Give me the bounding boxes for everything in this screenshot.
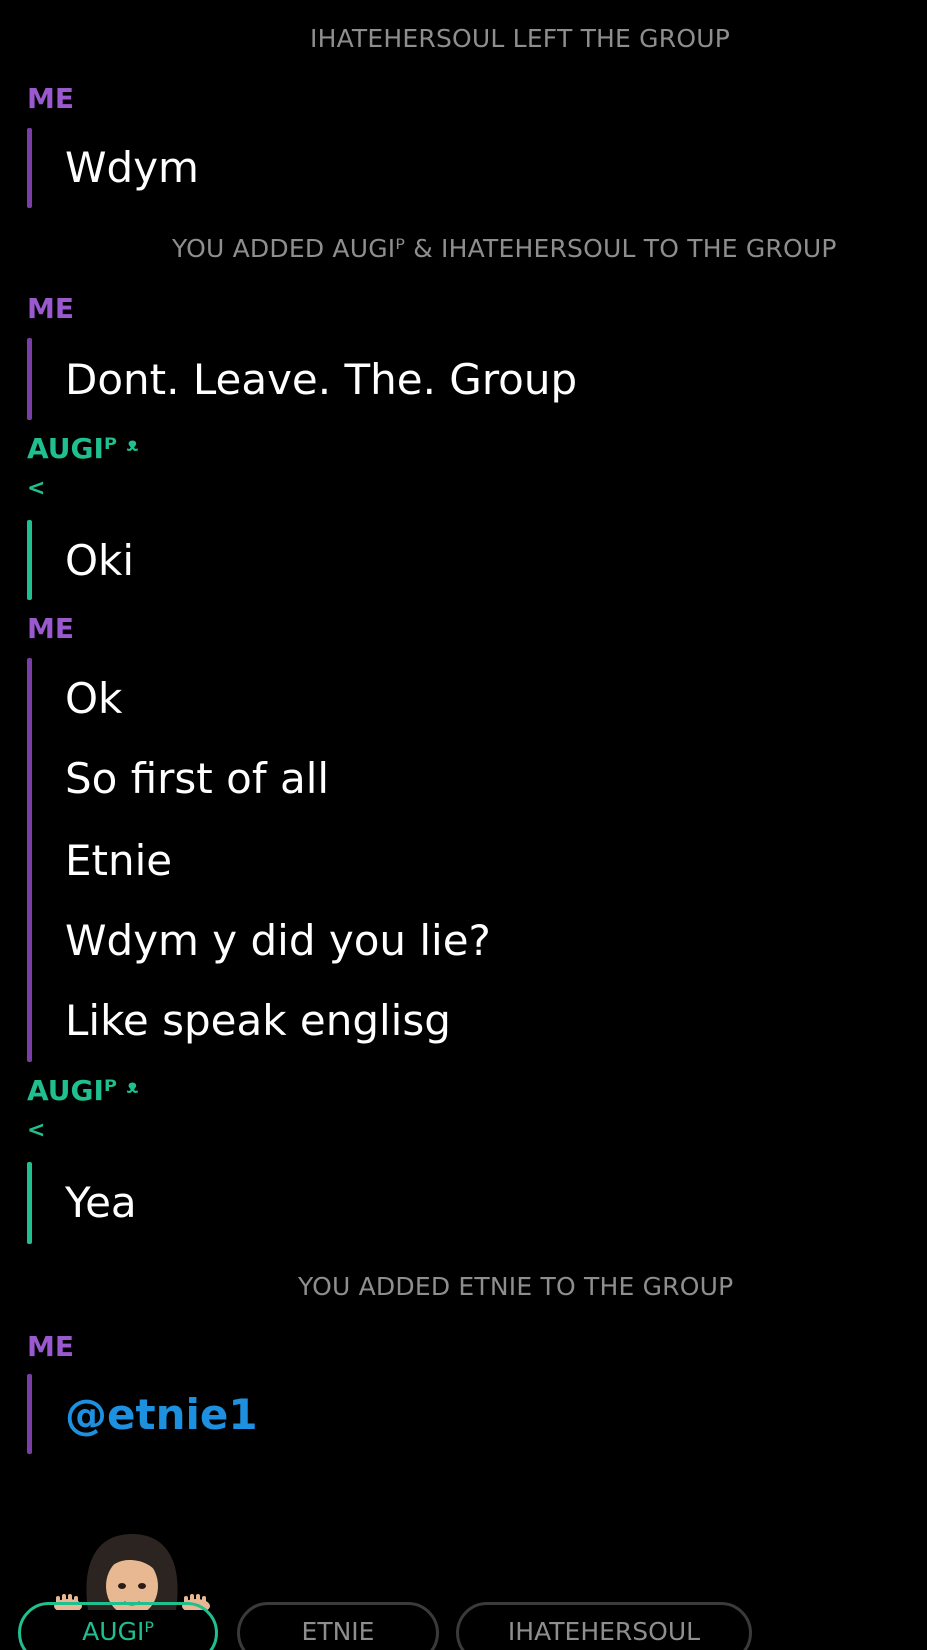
- bitmoji-avatar-icon: [54, 1534, 210, 1610]
- chat-message[interactable]: Wdym: [65, 143, 199, 192]
- message-group-bar: [27, 520, 32, 600]
- sender-label-me: ME: [27, 82, 74, 115]
- mention-link[interactable]: @etnie1: [65, 1390, 258, 1439]
- sender-label-augi-continuation: <: [27, 1118, 46, 1143]
- message-group-bar: [27, 658, 32, 1062]
- message-group-bar: [27, 1374, 32, 1454]
- sender-label-me: ME: [27, 292, 74, 325]
- chat-screen: IHATEHERSOUL LEFT THE GROUP ME Wdym YOU …: [0, 0, 927, 1650]
- message-group-bar: [27, 338, 32, 420]
- participant-chip-label: ETNIE: [301, 1617, 375, 1646]
- participant-chip-ihatehersoul[interactable]: IHATEHERSOUL: [456, 1602, 752, 1650]
- message-group-bar: [27, 1162, 32, 1244]
- participant-chip-augi[interactable]: AUGIᴾ: [18, 1602, 218, 1650]
- chat-message[interactable]: Like speak englisg: [65, 996, 451, 1045]
- sender-label-augi: AUGIᴾ ᵜ: [27, 1074, 139, 1107]
- participant-chip-label: IHATEHERSOUL: [507, 1617, 701, 1646]
- message-group-bar: [27, 128, 32, 208]
- sender-label-me: ME: [27, 1330, 74, 1363]
- system-message-left-group: IHATEHERSOUL LEFT THE GROUP: [310, 24, 730, 53]
- chat-message[interactable]: Yea: [65, 1178, 137, 1227]
- participant-chip-label: AUGIᴾ: [82, 1617, 154, 1646]
- chat-message[interactable]: Dont. Leave. The. Group: [65, 355, 577, 404]
- chat-message[interactable]: Wdym y did you lie?: [65, 916, 491, 965]
- chat-message[interactable]: So first of all: [65, 754, 329, 803]
- chat-message[interactable]: Oki: [65, 536, 134, 585]
- chat-message[interactable]: Etnie: [65, 836, 172, 885]
- sender-label-me: ME: [27, 612, 74, 645]
- system-message-added-etnie: YOU ADDED ETNIE TO THE GROUP: [298, 1272, 734, 1301]
- sender-label-augi-continuation: <: [27, 476, 46, 501]
- system-message-added-members: YOU ADDED AUGIᴾ & IHATEHERSOUL TO THE GR…: [172, 234, 837, 263]
- participant-chip-etnie[interactable]: ETNIE: [237, 1602, 439, 1650]
- chat-message[interactable]: Ok: [65, 674, 122, 723]
- sender-label-augi: AUGIᴾ ᵜ: [27, 432, 139, 465]
